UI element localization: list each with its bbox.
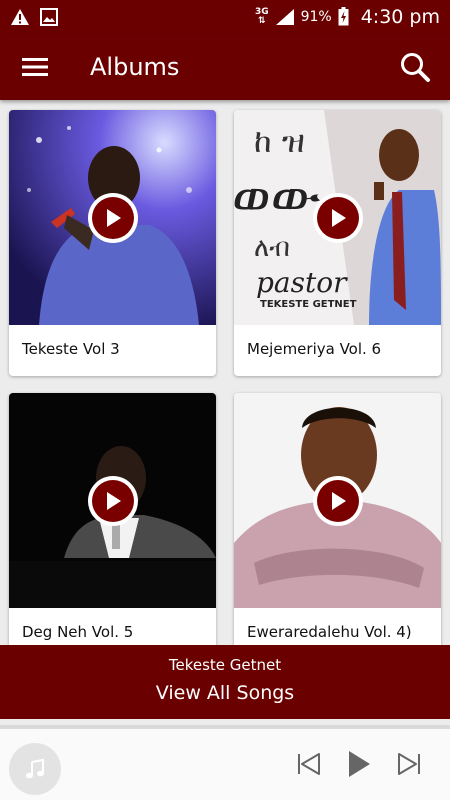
play-icon [317,480,359,522]
music-note-icon [26,758,44,779]
album-title: Tekeste Vol 3 [22,340,120,358]
svg-text:ለብ: ለብ [254,233,290,263]
mini-player [0,725,450,800]
album-card[interactable]: Deg Neh Vol. 5 [9,393,216,645]
album-card[interactable]: Eweraredalehu Vol. 4) [234,393,441,645]
album-card[interactable]: Tekeste Vol 3 [9,110,216,376]
play-button[interactable] [88,476,138,526]
play-icon [92,480,134,522]
search-button[interactable] [380,33,450,100]
app-bar: Albums [0,33,450,100]
network-indicator: 3G ⇅ [254,6,269,26]
play-icon [317,197,359,239]
artist-name: Tekeste Getnet [168,656,282,674]
play-button[interactable] [313,193,363,243]
image-notification-icon [40,7,58,26]
svg-text:ወው: ወው [234,167,321,227]
view-all-banner[interactable]: Tekeste Getnet View All Songs [0,645,450,719]
battery-percent: 91% [300,8,332,25]
next-button[interactable] [392,747,426,781]
signal-icon [275,8,294,25]
search-icon [401,52,430,82]
now-playing-thumbnail[interactable] [9,743,61,795]
svg-text:ከ ዝ: ከ ዝ [254,122,305,160]
page-title: Albums [90,52,180,81]
status-indicators: 3G ⇅ 91% 4:30 pm [255,6,440,28]
play-pause-button[interactable] [342,747,376,781]
battery-charging-icon [338,7,349,26]
hamburger-menu-icon [22,57,48,76]
play-icon [92,197,134,239]
cover-text-pastor: pastor [256,266,348,299]
menu-button[interactable] [0,33,70,100]
warning-icon [11,8,29,25]
clock: 4:30 pm [360,5,440,28]
play-button[interactable] [313,476,363,526]
album-title: Eweraredalehu Vol. 4) [247,623,412,641]
album-title: Deg Neh Vol. 5 [22,623,134,641]
skip-next-icon [398,753,420,775]
previous-button[interactable] [292,747,326,781]
play-icon [349,751,370,777]
skip-previous-icon [298,753,320,775]
album-title: Mejemeriya Vol. 6 [247,340,382,358]
album-grid[interactable]: Tekeste Vol 3 ከ ዝ ወው ለብ pastor TEKESTE G… [0,100,450,645]
album-card[interactable]: ከ ዝ ወው ለብ pastor TEKESTE GETNET Mejemeri… [234,110,441,376]
cover-text-artist: TEKESTE GETNET [260,299,357,310]
status-notifications [10,7,58,26]
view-all-songs-button[interactable]: View All Songs [0,682,450,704]
network-type: 3G [254,6,269,17]
status-bar: 3G ⇅ 91% 4:30 pm [0,0,450,33]
play-button[interactable] [88,193,138,243]
